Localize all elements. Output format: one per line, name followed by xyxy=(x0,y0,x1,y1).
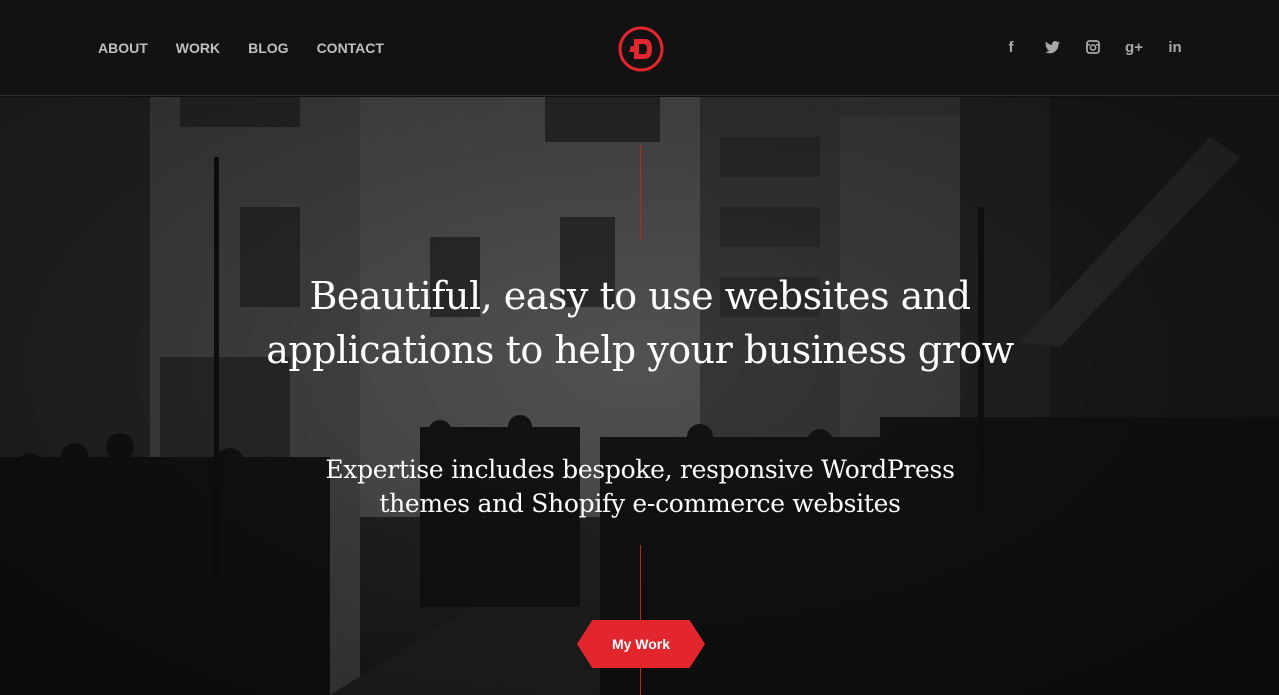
nav-blog-link[interactable]: BLOG xyxy=(248,40,288,56)
main-nav: ABOUT WORK BLOG CONTACT xyxy=(98,40,412,56)
social-links: f g+ in xyxy=(978,38,1183,56)
nav-contact-link[interactable]: CONTACT xyxy=(317,40,384,56)
site-header: ABOUT WORK BLOG CONTACT f g+ in xyxy=(0,0,1279,96)
instagram-icon[interactable] xyxy=(1085,38,1101,56)
nav-work-link[interactable]: WORK xyxy=(176,40,220,56)
my-work-button[interactable]: My Work xyxy=(577,620,705,668)
hero-section: Beautiful, easy to use websites and appl… xyxy=(0,97,1279,695)
hero-headline: Beautiful, easy to use websites and appl… xyxy=(266,274,1014,372)
google-plus-icon[interactable]: g+ xyxy=(1125,38,1143,56)
twitter-icon[interactable] xyxy=(1044,38,1060,56)
facebook-icon[interactable]: f xyxy=(1003,38,1019,56)
site-logo[interactable] xyxy=(617,26,665,72)
linkedin-icon[interactable]: in xyxy=(1167,38,1183,56)
decorative-line-top xyxy=(640,145,641,240)
hero-subheadline: Expertise includes bespoke, responsive W… xyxy=(325,455,955,518)
nav-about-link[interactable]: ABOUT xyxy=(98,40,148,56)
